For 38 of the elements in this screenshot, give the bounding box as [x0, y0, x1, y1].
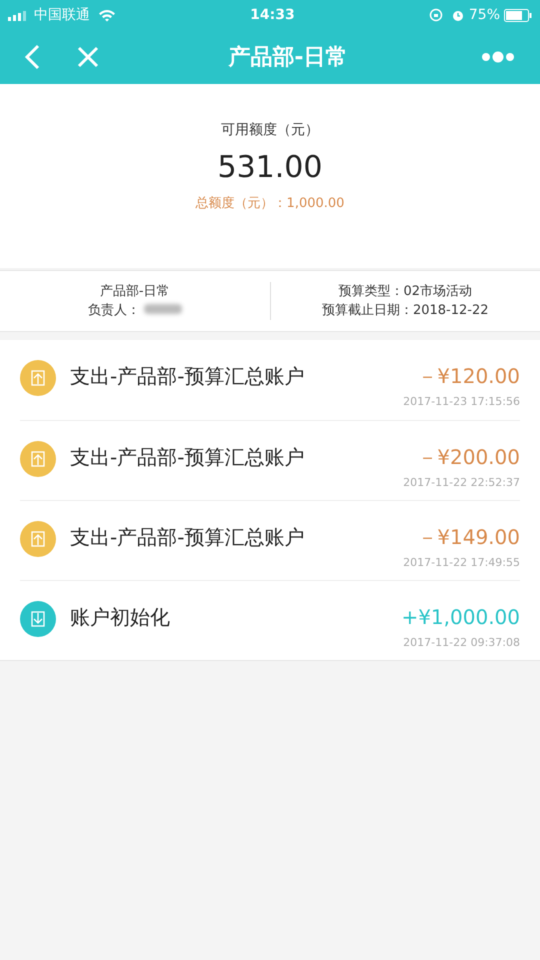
- budget-deadline: 预算截止日期：2018-12-22: [322, 302, 489, 320]
- download-icon: [20, 601, 56, 637]
- transaction-amount: －¥200.00: [417, 444, 520, 471]
- transaction-amount: －¥149.00: [417, 524, 520, 551]
- close-icon: [77, 46, 99, 68]
- wifi-icon: [98, 8, 116, 22]
- battery-percent: 75%: [468, 6, 500, 24]
- transaction-time: 2017-11-22 17:49:55: [403, 555, 520, 571]
- total-amount: 总额度（元）：1,000.00: [196, 195, 344, 213]
- transaction-amount: －¥120.00: [417, 363, 520, 390]
- upload-icon: [20, 360, 56, 396]
- transaction-time: 2017-11-23 17:15:56: [403, 394, 520, 410]
- back-icon: [24, 44, 40, 70]
- clock-time: 14:33: [250, 6, 295, 24]
- available-amount: 531.00: [218, 149, 322, 187]
- rotation-lock-icon: [428, 8, 443, 22]
- transaction-row[interactable]: 支出-产品部-预算汇总账户 －¥149.00 2017-11-22 17:49:55: [20, 500, 520, 580]
- carrier-name: 中国联通: [34, 6, 90, 24]
- transaction-title: 账户初始化: [70, 604, 171, 631]
- upload-icon: [20, 441, 56, 477]
- transaction-time: 2017-11-22 09:37:08: [403, 635, 520, 651]
- transaction-row[interactable]: 账户初始化 +¥1,000.00 2017-11-22 09:37:08: [20, 580, 520, 660]
- page-title: 产品部-日常: [228, 44, 348, 72]
- transaction-row[interactable]: 支出-产品部-预算汇总账户 －¥120.00 2017-11-23 17:15:56: [20, 340, 520, 420]
- upload-icon: [20, 521, 56, 557]
- transaction-time: 2017-11-22 22:52:37: [403, 475, 520, 491]
- budget-name: 产品部-日常: [100, 282, 170, 300]
- owner-label: 负责人：: [88, 302, 140, 320]
- alarm-icon: [450, 8, 465, 22]
- battery-icon: [504, 8, 532, 22]
- more-icon: [481, 51, 515, 63]
- transaction-title: 支出-产品部-预算汇总账户: [70, 524, 306, 551]
- transaction-title: 支出-产品部-预算汇总账户: [70, 444, 306, 471]
- transaction-amount: +¥1,000.00: [401, 604, 520, 631]
- available-label: 可用额度（元）: [221, 121, 319, 140]
- transaction-row[interactable]: 支出-产品部-预算汇总账户 －¥200.00 2017-11-22 22:52:37: [20, 420, 520, 500]
- transaction-title: 支出-产品部-预算汇总账户: [70, 363, 306, 390]
- budget-type: 预算类型：02市场活动: [338, 282, 472, 300]
